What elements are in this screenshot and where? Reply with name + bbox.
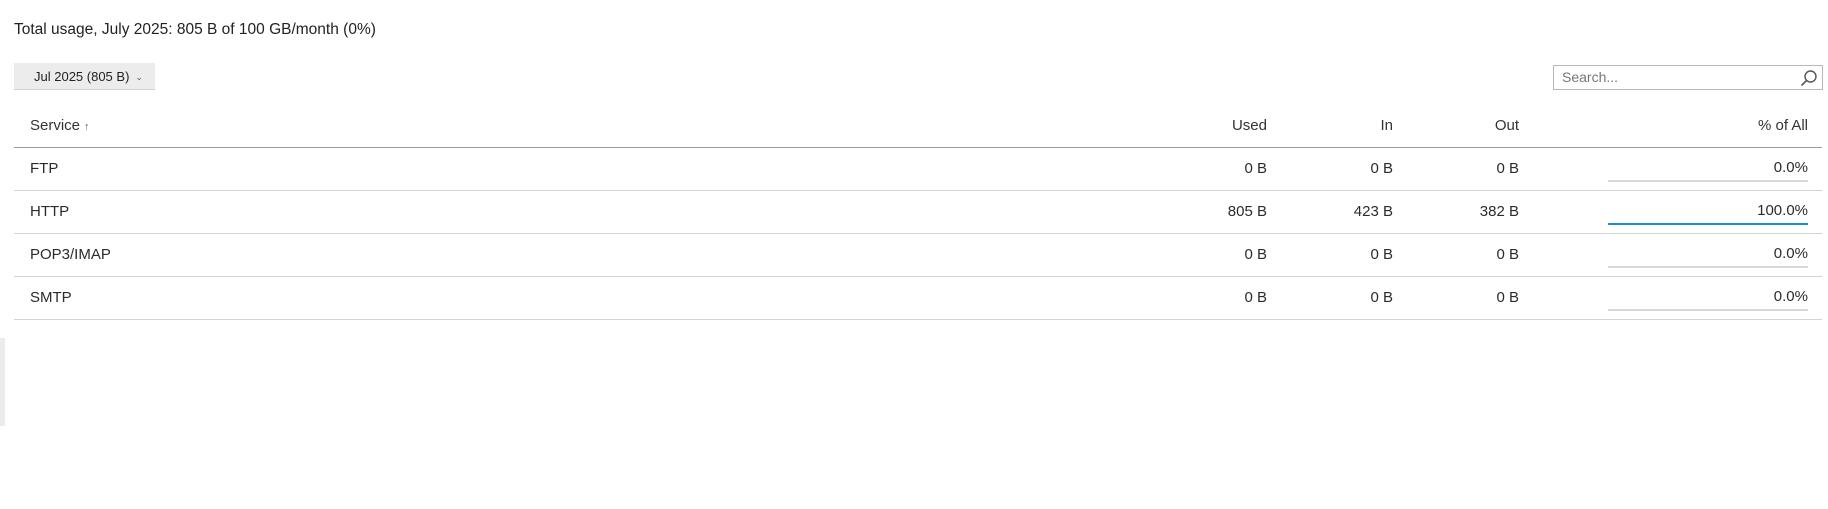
sort-ascending-icon: ↑ [84,121,90,134]
percent-bar-track [1608,222,1808,225]
used-cell: 0 B [1114,276,1267,320]
percent-value: 0.0% [1773,158,1808,176]
percent-bar-track [1608,179,1808,182]
chevron-down-icon: ⌄ [135,71,143,82]
table-row: SMTP 0 B0 B0 B 0.0% [14,276,1822,320]
search-icon[interactable] [1800,69,1818,87]
usage-summary: Total usage, July 2025: 805 B of 100 GB/… [14,21,376,38]
service-name-cell: FTP [14,147,1114,191]
column-header-used[interactable]: Used [1114,105,1267,148]
out-cell: 0 B [1393,147,1519,191]
search-box[interactable] [1553,65,1823,90]
percent-value: 0.0% [1773,244,1808,262]
table-header-row: Service ↑ Used In Out % of All [14,105,1822,148]
usage-table: Service ↑ Used In Out % of All FTP 0 B0 B0… [14,105,1822,320]
percent-bar-track [1608,265,1808,268]
service-name-cell: HTTP [14,190,1114,234]
percent-indicator: 0.0% [1608,287,1808,311]
percent-cell: 100.0% [1519,190,1822,234]
used-cell: 0 B [1114,147,1267,191]
percent-cell: 0.0% [1519,147,1822,191]
period-selector-button[interactable]: Jul 2025 (805 B) ⌄ [14,63,155,90]
column-header-in[interactable]: In [1267,105,1393,148]
service-name-cell: POP3/IMAP [14,233,1114,277]
used-cell: 0 B [1114,233,1267,277]
out-cell: 0 B [1393,233,1519,277]
in-cell: 423 B [1267,190,1393,234]
percent-value: 100.0% [1757,201,1808,219]
out-cell: 0 B [1393,276,1519,320]
in-cell: 0 B [1267,147,1393,191]
percent-bar-fill [1608,222,1808,225]
in-cell: 0 B [1267,233,1393,277]
period-label: Jul 2025 (805 B) [34,68,130,84]
service-name-cell: SMTP [14,276,1114,320]
used-cell: 805 B [1114,190,1267,234]
column-header-service-label: Service [30,117,81,135]
percent-cell: 0.0% [1519,233,1822,277]
column-header-percent[interactable]: % of All [1519,105,1822,148]
column-header-service[interactable]: Service ↑ [14,105,1114,148]
percent-value: 0.0% [1773,287,1808,305]
percent-indicator: 0.0% [1608,158,1808,182]
percent-bar-track [1608,308,1808,311]
column-header-out[interactable]: Out [1393,105,1519,148]
side-panel-handle[interactable] [0,338,5,426]
percent-indicator: 0.0% [1608,244,1808,268]
table-row: HTTP 805 B 423 B 382 B 100.0% [14,190,1822,234]
in-cell: 0 B [1267,276,1393,320]
percent-cell: 0.0% [1519,276,1822,320]
table-row: POP3/IMAP 0 B0 B0 B 0.0% [14,233,1822,277]
search-input[interactable] [1554,66,1795,88]
percent-indicator: 100.0% [1608,201,1808,225]
table-row: FTP 0 B0 B0 B 0.0% [14,147,1822,191]
out-cell: 382 B [1393,190,1519,234]
